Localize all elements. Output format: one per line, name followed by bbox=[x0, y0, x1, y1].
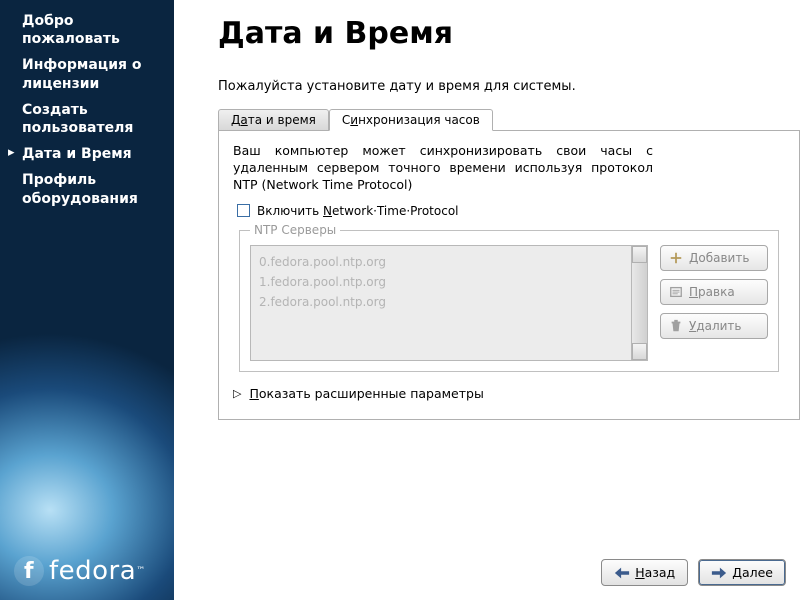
ntp-servers-list[interactable]: 0.fedora.pool.ntp.org 1.fedora.pool.ntp.… bbox=[250, 245, 648, 361]
back-button[interactable]: Назад bbox=[601, 559, 688, 586]
enable-ntp-label: Включить Network·Time·Protocol bbox=[257, 204, 459, 218]
arrow-left-icon bbox=[614, 566, 630, 580]
sidebar-item-date-time[interactable]: Дата и Время bbox=[0, 141, 174, 167]
sidebar-item-welcome[interactable]: Добро пожаловать bbox=[0, 8, 174, 52]
page-intro: Пожалуйста установите дату и время для с… bbox=[218, 79, 800, 94]
scrollbar[interactable] bbox=[631, 246, 647, 360]
edit-button[interactable]: Правка bbox=[660, 279, 768, 305]
sidebar: Добро пожаловать Информация о лицензии С… bbox=[0, 0, 174, 600]
trash-icon bbox=[669, 319, 683, 333]
list-item[interactable]: 1.fedora.pool.ntp.org bbox=[259, 272, 639, 292]
sidebar-item-create-user[interactable]: Создать пользователя bbox=[0, 97, 174, 141]
chevron-right-icon: ▷ bbox=[233, 387, 241, 400]
fedora-logo: f fedora™ bbox=[14, 556, 146, 586]
arrow-right-icon bbox=[711, 566, 727, 580]
plus-icon bbox=[669, 251, 683, 265]
tab-date-time[interactable]: Дата и время bbox=[218, 109, 329, 131]
list-item[interactable]: 2.fedora.pool.ntp.org bbox=[259, 292, 639, 312]
tabs: Дата и время Синхронизация часов bbox=[218, 108, 800, 130]
sidebar-item-hardware-profile[interactable]: Профиль оборудования bbox=[0, 167, 174, 211]
sidebar-item-license[interactable]: Информация о лицензии bbox=[0, 52, 174, 96]
tab-sync-clocks[interactable]: Синхронизация часов bbox=[329, 109, 493, 131]
edit-icon bbox=[669, 285, 683, 299]
advanced-options-expander[interactable]: ▷ Показать расширенные параметры bbox=[233, 386, 785, 401]
add-button[interactable]: Добавить bbox=[660, 245, 768, 271]
ntp-description: Ваш компьютер может синхронизировать сво… bbox=[233, 143, 653, 194]
fedora-logo-icon: f bbox=[14, 556, 44, 586]
footer-buttons: Назад Далее bbox=[601, 559, 786, 586]
page-title: Дата и Время bbox=[218, 16, 800, 51]
delete-button[interactable]: Удалить bbox=[660, 313, 768, 339]
next-button[interactable]: Далее bbox=[698, 559, 786, 586]
main-content: Дата и Время Пожалуйста установите дату … bbox=[174, 0, 800, 600]
enable-ntp-checkbox[interactable] bbox=[237, 204, 250, 217]
tab-panel: Ваш компьютер может синхронизировать сво… bbox=[218, 130, 800, 420]
list-item[interactable]: 0.fedora.pool.ntp.org bbox=[259, 252, 639, 272]
ntp-servers-legend: NTP Серверы bbox=[250, 223, 340, 237]
ntp-servers-fieldset: NTP Серверы 0.fedora.pool.ntp.org 1.fedo… bbox=[239, 230, 779, 372]
